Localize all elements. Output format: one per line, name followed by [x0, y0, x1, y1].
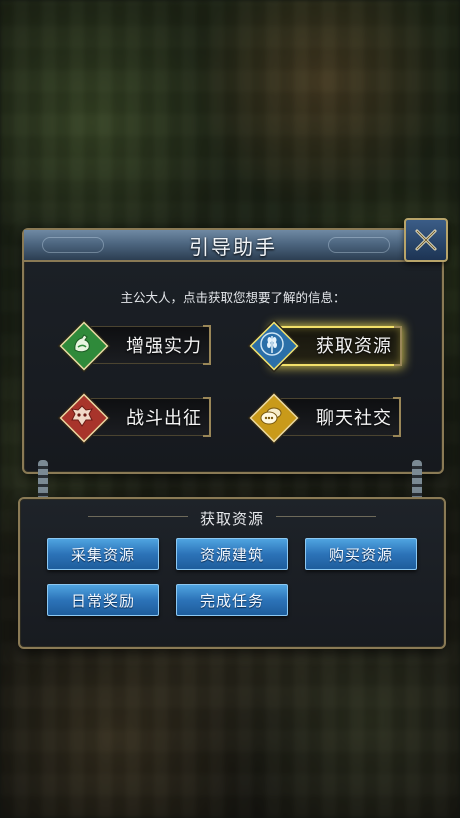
category-resources-button[interactable]: 获取资源 [249, 321, 402, 371]
close-button[interactable] [404, 218, 448, 262]
section-divider-right [276, 516, 376, 517]
category-label: 战斗出征 [126, 408, 202, 429]
category-strength-button[interactable]: 增强实力 [59, 321, 211, 371]
war-beast-icon [71, 405, 93, 427]
category-label: 获取资源 [316, 336, 392, 357]
complete-tasks-button[interactable]: 完成任务 [176, 584, 288, 616]
category-label: 增强实力 [126, 336, 202, 357]
close-icon [415, 229, 437, 251]
wheat-resource-icon [260, 332, 284, 356]
daily-rewards-button[interactable]: 日常奖励 [47, 584, 159, 616]
gather-resources-button[interactable]: 采集资源 [47, 538, 159, 570]
resource-buildings-button[interactable]: 资源建筑 [176, 538, 288, 570]
strength-arm-icon [74, 334, 90, 353]
category-social-button[interactable]: 聊天社交 [249, 393, 401, 443]
chat-bubble-icon [260, 407, 282, 425]
section-title: 获取资源 [199, 510, 264, 528]
category-label: 聊天社交 [316, 408, 392, 429]
dialog-title-bar: 引导助手 [24, 230, 442, 262]
dialog-subtitle: 主公大人，点击获取您想要了解的信息： [120, 290, 346, 305]
buy-resources-button[interactable]: 购买资源 [305, 538, 417, 570]
resources-section-panel: 获取资源 采集资源 资源建筑 购买资源 日常奖励 完成任务 [18, 497, 446, 649]
category-battle-button[interactable]: 战斗出征 [59, 393, 211, 443]
dialog-title: 引导助手 [189, 234, 277, 259]
guide-assistant-dialog: 引导助手 主公大人，点击获取您想要了解的信息： 增强实力 获取资源 战斗出征 聊… [22, 218, 448, 474]
